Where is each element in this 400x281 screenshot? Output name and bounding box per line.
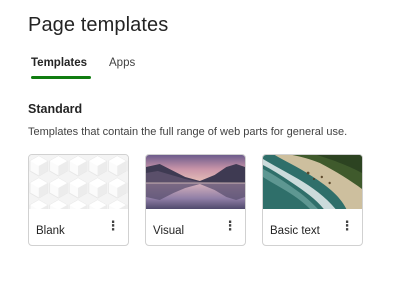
visual-template-thumbnail — [146, 155, 245, 209]
more-vertical-icon[interactable]: ⋮ — [106, 217, 120, 233]
tab-templates[interactable]: Templates — [31, 52, 91, 79]
template-card-label: Blank — [36, 225, 65, 237]
tab-apps[interactable]: Apps — [109, 52, 135, 78]
tab-apps-label: Apps — [109, 57, 136, 69]
template-card-visual[interactable]: Visual ⋮ — [145, 154, 246, 246]
blank-template-thumbnail — [29, 155, 128, 209]
more-vertical-icon[interactable]: ⋮ — [223, 217, 237, 233]
tab-templates-label: Templates — [31, 57, 88, 69]
template-card-blank[interactable]: Blank ⋮ — [28, 154, 129, 246]
template-card-label: Basic text — [270, 225, 320, 237]
basic-text-template-thumbnail — [263, 155, 362, 209]
section-description: Templates that contain the full range of… — [28, 126, 348, 138]
more-vertical-icon[interactable]: ⋮ — [340, 217, 354, 233]
section-title: Standard — [28, 102, 83, 116]
template-card-label: Visual — [153, 225, 185, 237]
template-card-basic-text[interactable]: Basic text ⋮ — [262, 154, 363, 246]
page-title: Page templates — [28, 14, 169, 36]
selected-tab-indicator — [31, 76, 91, 79]
